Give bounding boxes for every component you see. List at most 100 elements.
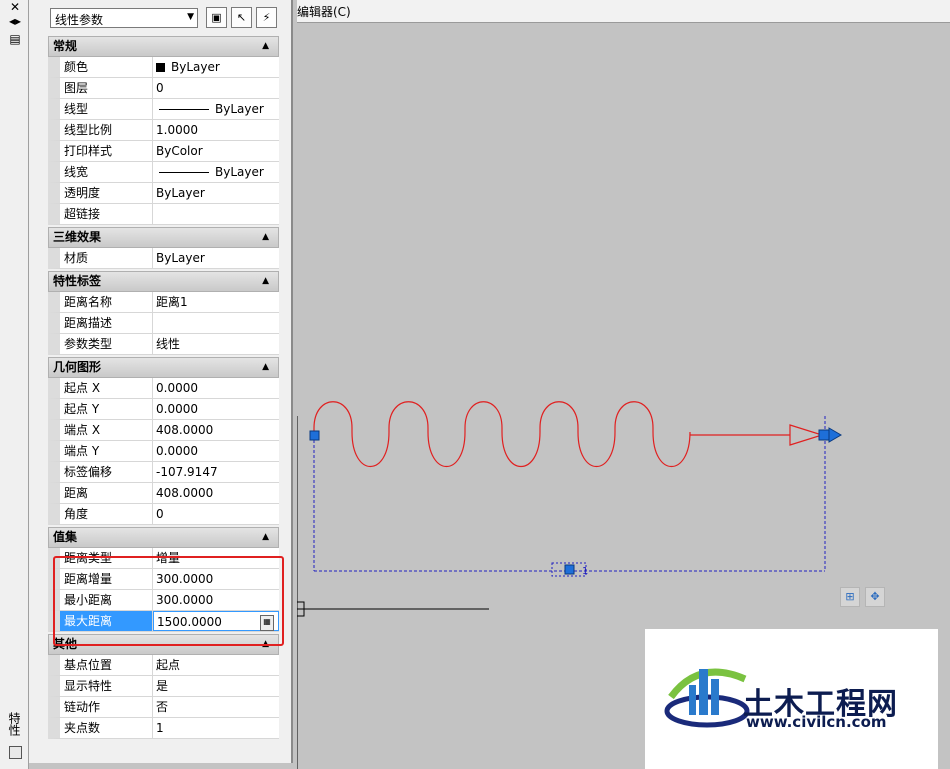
property-value[interactable]: ByLayer (153, 57, 279, 77)
auto-hide-icon[interactable]: ◂▸ (7, 14, 23, 28)
property-name: 透明度 (60, 183, 153, 203)
property-row[interactable]: 线型 ByLayer (48, 99, 279, 120)
property-row[interactable]: 基点位置 起点 (48, 655, 279, 676)
property-value[interactable] (153, 204, 279, 224)
select-objects-icon[interactable]: ↖ (231, 7, 252, 28)
properties-menu-icon[interactable]: ▤ (7, 32, 23, 46)
menu-item-editor[interactable]: 编辑器(C) (297, 3, 351, 20)
property-row[interactable]: 超链接 (48, 204, 279, 225)
object-type-dropdown[interactable]: 线性参数 ▼ (50, 8, 198, 28)
property-value[interactable]: 408.0000 (153, 420, 279, 440)
property-row[interactable]: 距离描述 (48, 313, 279, 334)
property-value[interactable]: 增量 (153, 548, 279, 568)
property-value[interactable]: 起点 (153, 655, 279, 675)
close-icon[interactable]: ✕ (7, 0, 23, 14)
collapse-icon[interactable]: ▲ (262, 37, 269, 56)
property-value[interactable]: ByLayer (153, 99, 279, 119)
property-value[interactable]: ByLayer (153, 183, 279, 203)
property-value-text: ByColor (156, 144, 203, 158)
toggle-pickadd-icon[interactable]: ▣ (206, 7, 227, 28)
property-value[interactable]: ByColor (153, 141, 279, 161)
property-value-text: 0 (156, 81, 164, 95)
property-name: 链动作 (60, 697, 153, 717)
property-row[interactable]: 打印样式 ByColor (48, 141, 279, 162)
property-value[interactable]: ByLayer (153, 248, 279, 268)
category-general[interactable]: 常规 ▲ (48, 36, 279, 57)
property-row[interactable]: 线宽 ByLayer (48, 162, 279, 183)
property-row[interactable]: 角度 0 (48, 504, 279, 525)
base-grip[interactable] (309, 430, 320, 441)
property-row[interactable]: 起点 Y 0.0000 (48, 399, 279, 420)
property-row[interactable]: 端点 Y 0.0000 (48, 441, 279, 462)
property-value[interactable]: 300.0000 (153, 590, 279, 610)
property-name: 角度 (60, 504, 153, 524)
collapse-icon[interactable]: ▲ (262, 272, 269, 291)
property-row[interactable]: 距离类型 增量 (48, 548, 279, 569)
property-name: 端点 Y (60, 441, 153, 461)
property-value[interactable]: 1.0000 (153, 120, 279, 140)
property-row[interactable]: 最大距离 1500.0000 ▦ (48, 611, 279, 632)
property-row[interactable]: 标签偏移 -107.9147 (48, 462, 279, 483)
property-row[interactable]: 颜色 ByLayer (48, 57, 279, 78)
property-row[interactable]: 材质 ByLayer (48, 248, 279, 269)
collapse-icon[interactable]: ▲ (262, 228, 269, 247)
calculator-icon[interactable]: ▦ (260, 615, 274, 631)
property-value[interactable]: 线性 (153, 334, 279, 354)
property-row[interactable]: 图层 0 (48, 78, 279, 99)
property-value[interactable]: ByLayer (153, 162, 279, 182)
property-value-text: -107.9147 (156, 465, 218, 479)
property-value[interactable]: 0.0000 (153, 441, 279, 461)
property-value[interactable]: 是 (153, 676, 279, 696)
property-row[interactable]: 显示特性是 (48, 676, 279, 697)
property-name: 起点 Y (60, 399, 153, 419)
property-row[interactable]: 线型比例 1.0000 (48, 120, 279, 141)
property-value[interactable]: 0 (153, 504, 279, 524)
label-grip[interactable] (564, 564, 575, 575)
property-row[interactable]: 链动作否 (48, 697, 279, 718)
property-value[interactable]: 0 (153, 78, 279, 98)
linetype-preview (159, 172, 209, 173)
property-name: 起点 X (60, 378, 153, 398)
property-row[interactable]: 端点 X 408.0000 (48, 420, 279, 441)
property-value[interactable]: -107.9147 (153, 462, 279, 482)
property-row[interactable]: 最小距离 300.0000 (48, 590, 279, 611)
property-row[interactable]: 夹点数 1 (48, 718, 279, 739)
category-label[interactable]: 特性标签 ▲ (48, 271, 279, 292)
collapse-icon[interactable]: ▲ (262, 528, 269, 547)
category-title: 三维效果 (53, 230, 102, 244)
property-value-text: ByLayer (171, 60, 220, 74)
property-value[interactable]: 1500.0000 ▦ (153, 611, 279, 631)
quick-select-icon[interactable]: ⚡ (256, 7, 277, 28)
spring-polyline[interactable] (313, 401, 790, 468)
property-value-text: 距离1 (156, 295, 188, 309)
property-value[interactable]: 300.0000 (153, 569, 279, 589)
property-value[interactable]: 1 (153, 718, 279, 738)
property-value[interactable]: 否 (153, 697, 279, 717)
property-value[interactable]: 408.0000 (153, 483, 279, 503)
collapse-icon[interactable]: ▲ (262, 635, 269, 654)
property-value-text: 0.0000 (156, 381, 198, 395)
property-row[interactable]: 距离增量 300.0000 (48, 569, 279, 590)
property-row[interactable]: 距离名称 距离1 (48, 292, 279, 313)
category-3d[interactable]: 三维效果 ▲ (48, 227, 279, 248)
move-action-icon[interactable]: ✥ (865, 587, 885, 607)
category-title: 其他 (53, 637, 78, 651)
property-value[interactable]: 0.0000 (153, 378, 279, 398)
property-row[interactable]: 距离 408.0000 (48, 483, 279, 504)
property-value-text: 起点 (156, 658, 181, 672)
property-row[interactable]: 参数类型 线性 (48, 334, 279, 355)
category-geometry[interactable]: 几何图形 ▲ (48, 357, 279, 378)
collapse-icon[interactable]: ▲ (262, 358, 269, 377)
property-row[interactable]: 透明度 ByLayer (48, 183, 279, 204)
property-value-text: ByLayer (156, 186, 205, 200)
param-sets-icon[interactable]: ⊞ (840, 587, 860, 607)
palette-options-icon[interactable] (9, 746, 22, 759)
stretch-grip-arrow[interactable] (828, 427, 842, 443)
category-valueset[interactable]: 值集 ▲ (48, 527, 279, 548)
property-row[interactable]: 起点 X 0.0000 (48, 378, 279, 399)
category-other[interactable]: 其他 ▲ (48, 634, 279, 655)
property-value[interactable]: 距离1 (153, 292, 279, 312)
property-value[interactable] (153, 313, 279, 333)
property-value[interactable]: 0.0000 (153, 399, 279, 419)
end-grip[interactable] (818, 429, 830, 441)
